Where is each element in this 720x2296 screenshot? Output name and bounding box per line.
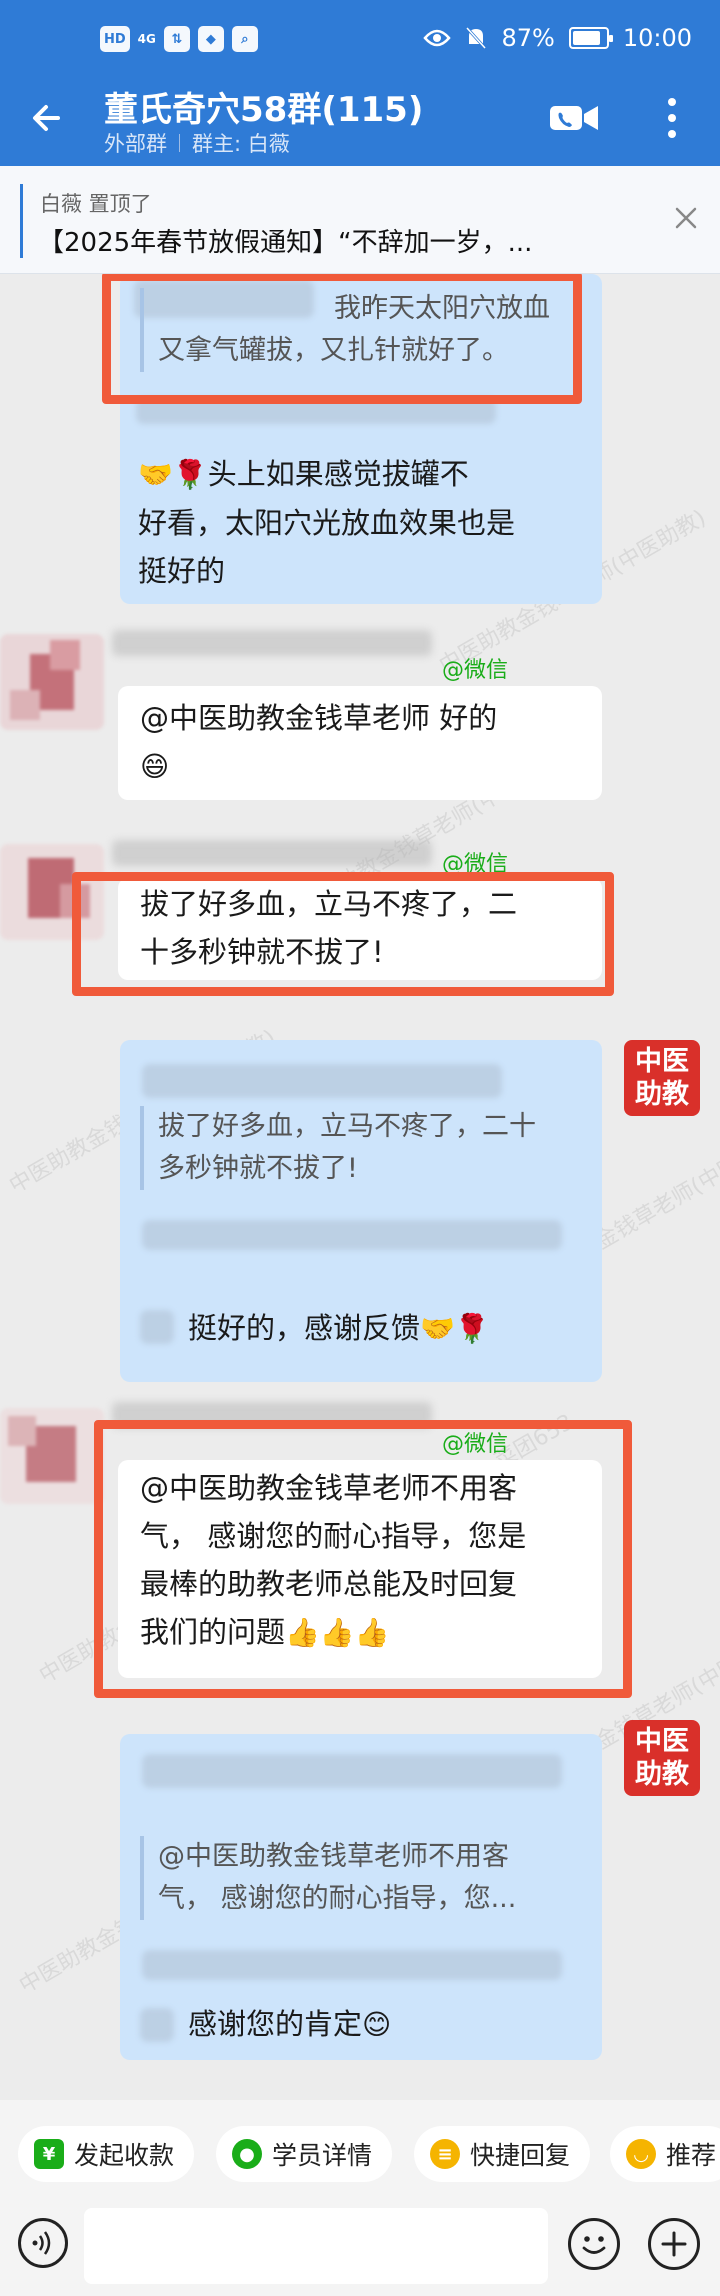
blurred-text — [142, 1064, 502, 1098]
status-bar: HD 4G ⇅ ◆ ⌕ 87% 10:00 — [0, 0, 720, 80]
recommend-icon: ◡ — [626, 2139, 656, 2169]
group-owner: 群主: 白薇 — [192, 132, 290, 156]
mute-bell-icon — [466, 26, 487, 50]
group-type-tag: 外部群 — [104, 132, 167, 156]
message-bubble-incoming[interactable]: @中医助教金钱草老师 好的 😄 — [118, 686, 602, 800]
tcm-assistant-badge[interactable]: 中医 助教 — [624, 1040, 700, 1116]
smile-emoji-icon: 😊 — [362, 2008, 392, 2041]
chip-label: 发起收款 — [74, 2141, 175, 2170]
search-app-icon: ⌕ — [231, 26, 258, 52]
status-icons-right: 87% 10:00 — [423, 24, 692, 52]
more-options-icon[interactable] — [656, 92, 688, 144]
message-text: @中医助教金钱草老师 好的 😄 — [140, 694, 590, 791]
start-payment-button[interactable]: ¥ 发起收款 — [18, 2126, 195, 2182]
chip-label: 推荐 — [666, 2141, 717, 2170]
annotation-highlight-box — [72, 872, 614, 996]
divider — [179, 134, 180, 152]
status-icons-left: HD 4G ⇅ ◆ ⌕ — [100, 26, 258, 52]
bulb-app-icon: ◆ — [197, 26, 224, 52]
handshake-emoji-icon: 🤝 — [420, 1312, 455, 1345]
message-text: 🤝🌹头上如果感觉拔罐不 好看，太阳穴光放血效果也是 挺好的 — [138, 450, 588, 595]
grin-emoji-icon: 😄 — [140, 750, 170, 783]
video-call-icon[interactable] — [548, 98, 600, 138]
pinned-text[interactable]: 【2025年春节放假通知】“不辞加一岁，... — [38, 222, 638, 259]
handshake-emoji-icon: 🤝 — [138, 458, 173, 491]
annotation-highlight-box — [94, 1420, 632, 1698]
pinned-announcement[interactable]: 白薇 置顶了 【2025年春节放假通知】“不辞加一岁，... — [0, 166, 720, 274]
close-pinned-icon[interactable] — [674, 206, 698, 230]
message-input-bar — [0, 2198, 720, 2296]
back-arrow-icon[interactable] — [24, 94, 72, 142]
message-text: 感谢您的肯定😊 — [188, 2000, 588, 2049]
message-text: 挺好的，感谢反馈🤝🌹 — [188, 1304, 588, 1353]
signal-4g-icon: 4G — [137, 32, 156, 46]
chat-area[interactable]: 中医助教金钱草老师(中医助教) 菜团653 中医助教金钱草老师(中医助教) 中医… — [0, 274, 720, 2100]
emoji-icon[interactable] — [568, 2218, 620, 2270]
blurred-text — [142, 1754, 562, 1788]
eye-icon — [423, 29, 452, 47]
avatar[interactable] — [0, 634, 104, 730]
blurred-mention — [140, 1310, 174, 1344]
blurred-text — [142, 1950, 562, 1980]
sender-source: @微信 — [442, 658, 509, 683]
hd-icon: HD — [100, 26, 130, 52]
message-text-field[interactable] — [84, 2208, 548, 2284]
quick-reply-icon: ≡ — [430, 2139, 460, 2169]
blurred-mention — [140, 2008, 174, 2042]
rose-emoji-icon: 🌹 — [172, 458, 208, 491]
quick-reply-button[interactable]: ≡ 快捷回复 — [414, 2126, 591, 2182]
voice-input-icon[interactable] — [18, 2218, 68, 2268]
transfer-app-icon: ⇅ — [163, 26, 190, 52]
blurred-sender-name — [112, 630, 432, 656]
battery-icon — [568, 27, 613, 49]
quoted-message: 拔了好多血，立马不疼了，二十 多秒钟就不拔了! — [140, 1106, 580, 1190]
pinned-accent-bar — [20, 184, 23, 258]
add-attachment-icon[interactable] — [648, 2218, 700, 2270]
chip-label: 快捷回复 — [470, 2141, 571, 2170]
payment-icon: ¥ — [34, 2139, 64, 2169]
blurred-sender-name — [112, 840, 432, 866]
chip-label: 学员详情 — [272, 2141, 373, 2170]
recommend-button[interactable]: ◡ 推荐 — [610, 2126, 720, 2182]
person-icon: ● — [232, 2139, 262, 2169]
tcm-assistant-badge[interactable]: 中医 助教 — [624, 1720, 700, 1796]
quick-action-bar: ¥ 发起收款 ● 学员详情 ≡ 快捷回复 ◡ 推荐 — [0, 2100, 720, 2198]
student-details-button[interactable]: ● 学员详情 — [216, 2126, 393, 2182]
blurred-text — [142, 1220, 562, 1250]
group-title[interactable]: 董氏奇穴58群(115) — [104, 82, 423, 131]
chat-header: 董氏奇穴58群(115) 外部群 群主: 白薇 — [0, 80, 720, 166]
clock: 10:00 — [622, 24, 692, 52]
battery-percent: 87% — [501, 24, 555, 52]
avatar[interactable] — [0, 1408, 104, 1504]
pinned-by: 白薇 置顶了 — [40, 192, 152, 216]
annotation-highlight-box — [102, 274, 582, 404]
quoted-message: @中医助教金钱草老师不用客 气， 感谢您的耐心指导，您... — [140, 1836, 580, 1920]
rose-emoji-icon: 🌹 — [454, 1312, 490, 1345]
group-subtitle: 外部群 群主: 白薇 — [104, 128, 290, 158]
